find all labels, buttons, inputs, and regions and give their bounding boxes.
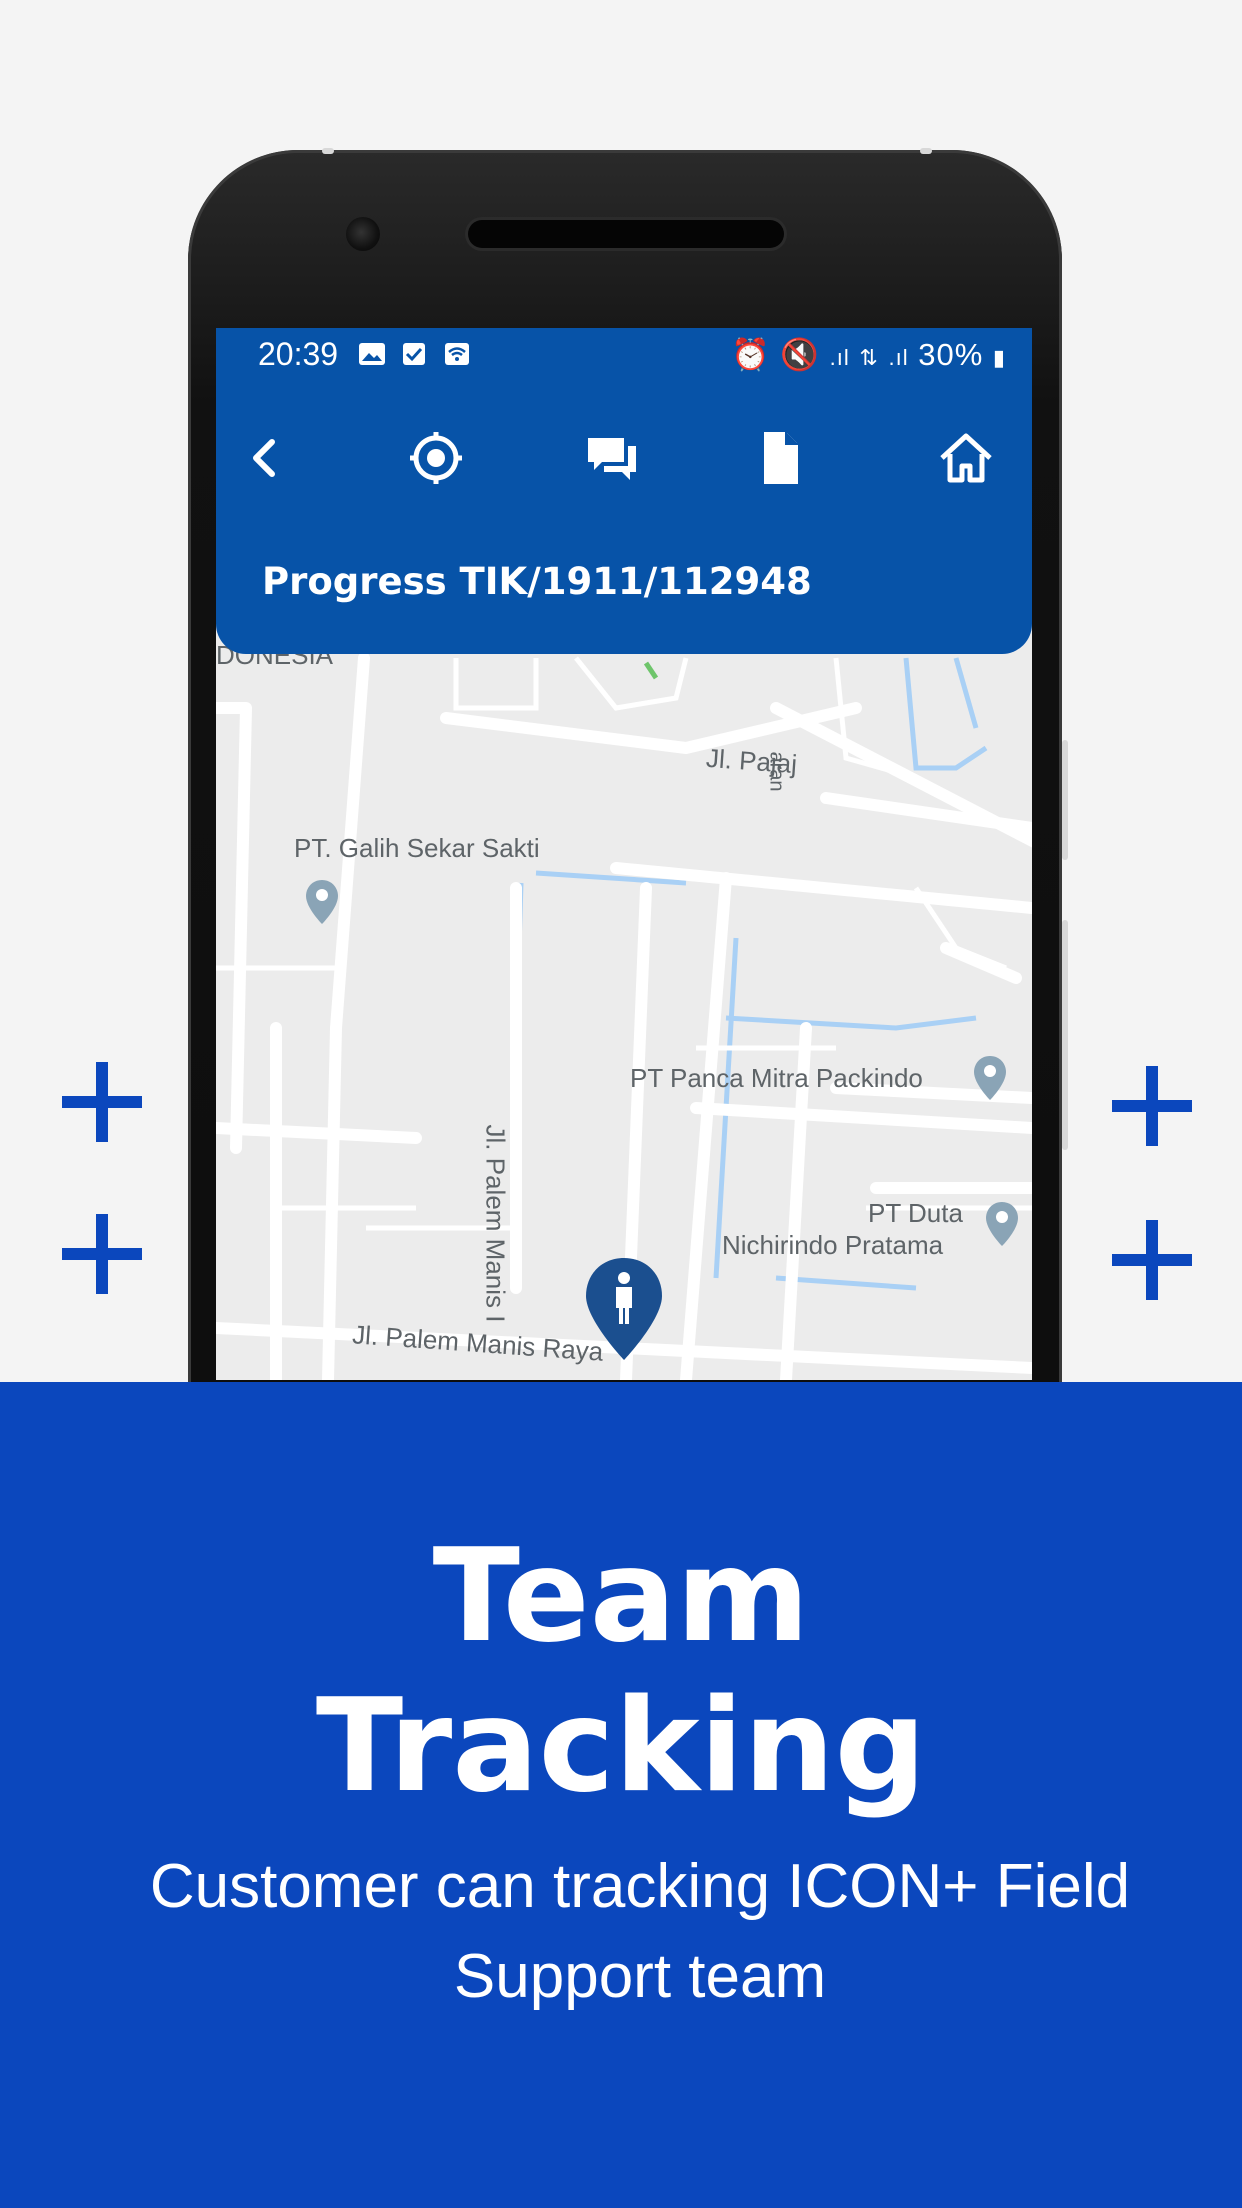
home-icon[interactable] [936,428,996,488]
data-icon: ⇅ [859,345,879,370]
gallery-icon [359,343,385,365]
headline-line-2: Tracking [315,1672,927,1821]
map-label-poi: PT Duta [868,1198,963,1228]
map-pin-icon[interactable] [972,1054,1008,1102]
signal-icon: .ıl [829,345,850,370]
map-pin-icon[interactable] [304,878,340,926]
plus-icon-left-bottom [62,1214,142,1294]
status-time: 20:39 [258,336,339,372]
check-icon [403,343,425,365]
map-label-poi: PT. Galih Sekar Sakti [294,833,540,863]
chat-icon[interactable] [582,428,642,488]
back-icon[interactable] [236,428,296,488]
mute-icon: 🔇 [780,337,821,372]
person-marker-icon[interactable] [582,1254,666,1364]
subtitle-line-2: Support team [453,1942,827,2011]
wifi-icon [445,343,469,365]
locate-icon[interactable] [406,428,466,488]
plus-icon-right-bottom [1112,1220,1192,1300]
map-label-poi: PT Panca Mitra Packindo [630,1063,923,1093]
subtitle-line-1: Customer can tracking ICON+ Field [149,1852,1131,1921]
promo-banner: Team Tracking Customer can tracking ICON… [0,1382,1242,2208]
page-title: Progress TIK/1911/112948 [262,560,812,603]
alarm-icon: ⏰ [731,337,771,372]
status-right: ⏰ 🔇 .ıl ⇅ .ıl 30% ▮ [731,336,1006,373]
phone-side-button [1062,920,1068,1150]
document-icon[interactable] [750,428,810,488]
phone-side-button [1062,740,1068,860]
battery-percent: 30% [918,337,984,372]
plus-icon-left-top [62,1062,142,1142]
app-bar: 20:39 ⏰ 🔇 .ıl ⇅ .ıl 30% ▮ Progress TIK/1… [216,328,1032,654]
banner-subtitle: Customer can tracking ICON+ Field Suppor… [100,1842,1180,2022]
map-label-street: Jl. Palem Manis I [480,1124,511,1323]
phone-side-button [322,148,334,154]
map-pin-icon[interactable] [984,1200,1020,1248]
map-label-poi: Nichirindo Pratama [722,1230,944,1260]
headline-line-1: Team [432,1522,810,1671]
battery-icon: ▮ [992,345,1006,370]
signal-icon: .ıl [888,345,909,370]
map-label-street: aran [765,751,788,792]
earpiece-speaker [468,220,784,248]
plus-icon-right-top [1112,1066,1192,1146]
phone-side-button [920,148,932,154]
front-camera [346,217,380,251]
